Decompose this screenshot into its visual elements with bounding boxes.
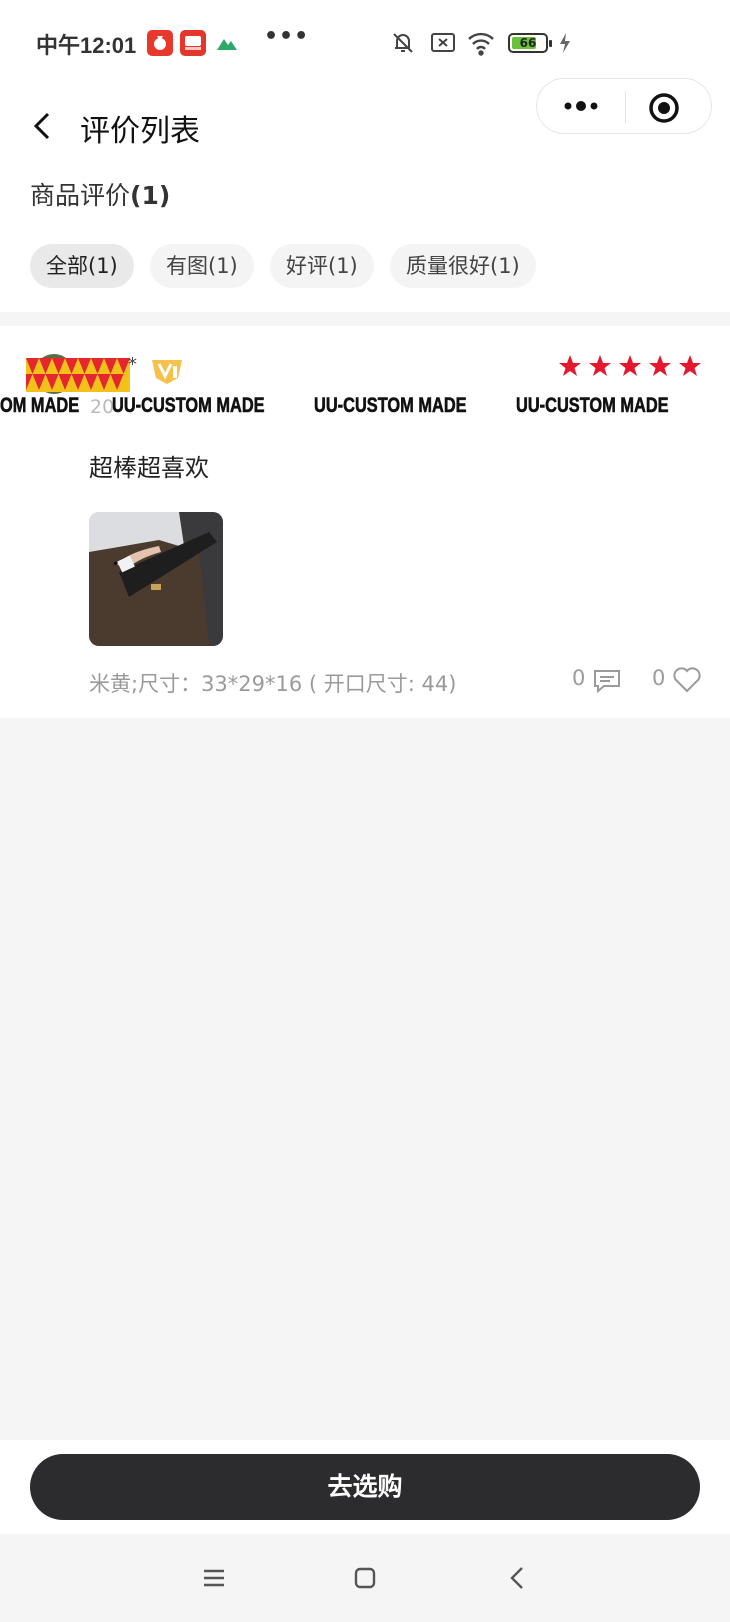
- watermark-text: OM MADE: [0, 394, 80, 417]
- capsule-divider: [625, 91, 626, 123]
- heart-icon[interactable]: [672, 666, 702, 694]
- page-title: 评价列表: [80, 114, 200, 149]
- mute-bell-icon: [390, 30, 416, 60]
- watermark-text: UU-CUSTOM MADE: [112, 394, 265, 417]
- filter-chip-positive[interactable]: 好评(1): [270, 244, 374, 288]
- comment-count: 0: [572, 666, 586, 690]
- battery-level: 66: [519, 36, 537, 50]
- status-time: 中午12:01: [36, 33, 137, 58]
- miniprogram-capsule: [536, 78, 712, 134]
- wifi-icon: [466, 30, 496, 60]
- review-count-heading: 商品评价(1): [30, 176, 170, 212]
- shop-app-icon: [180, 30, 206, 56]
- star-icon: [618, 354, 642, 382]
- filter-chip-all[interactable]: 全部(1): [30, 244, 134, 288]
- filter-chip-good-quality[interactable]: 质量很好(1): [390, 244, 536, 288]
- comment-icon[interactable]: [592, 668, 622, 694]
- star-icon: [678, 354, 702, 382]
- mountain-app-icon: [214, 30, 240, 56]
- review-count-value: (1): [130, 181, 171, 210]
- star-icon: [588, 354, 612, 382]
- system-navigation-bar: [0, 1534, 730, 1622]
- watermark-overlay: OM MADE UU-CUSTOM MADE UU-CUSTOM MADE UU…: [0, 394, 730, 428]
- menu-icon[interactable]: [198, 1562, 230, 1594]
- star-icon: [648, 354, 672, 382]
- star-icon: [558, 354, 582, 382]
- charging-icon: [558, 32, 572, 58]
- home-icon[interactable]: [349, 1562, 381, 1594]
- back-arrow-icon[interactable]: [28, 106, 58, 146]
- battery-icon: 66: [508, 33, 552, 53]
- sim-disabled-icon: [430, 31, 456, 59]
- review-photo[interactable]: [89, 512, 223, 646]
- review-summary-section: 商品评价(1) 全部(1) 有图(1) 好评(1) 质量很好(1): [0, 172, 730, 312]
- watermark-text: UU-CUSTOM MADE: [314, 394, 467, 417]
- review-card: * 20 OM MADE UU-CUSTOM MADE UU-CUSTOM MA…: [0, 326, 730, 718]
- bottom-action-bar: 去选购: [0, 1440, 730, 1534]
- close-miniprogram-icon[interactable]: [647, 91, 681, 125]
- watermark-text: UU-CUSTOM MADE: [516, 394, 669, 417]
- back-icon[interactable]: [502, 1562, 534, 1594]
- username-masked: *: [128, 354, 137, 375]
- more-menu-icon[interactable]: [561, 93, 601, 119]
- more-notifications-icon: •••: [264, 24, 310, 49]
- vip-badge-icon: [148, 354, 186, 388]
- like-count: 0: [652, 666, 666, 690]
- avatar[interactable]: [26, 352, 130, 394]
- review-count-label: 商品评价: [30, 181, 131, 210]
- filter-chip-with-photos[interactable]: 有图(1): [150, 244, 254, 288]
- status-bar: 中午12:01 ••• 66: [0, 0, 730, 84]
- notification-app-icon: [147, 30, 173, 56]
- review-text: 超棒超喜欢: [89, 454, 209, 482]
- product-spec: 米黄;尺寸：33*29*16 ( 开口尺寸: 44): [89, 672, 457, 696]
- go-shopping-button[interactable]: 去选购: [30, 1454, 700, 1520]
